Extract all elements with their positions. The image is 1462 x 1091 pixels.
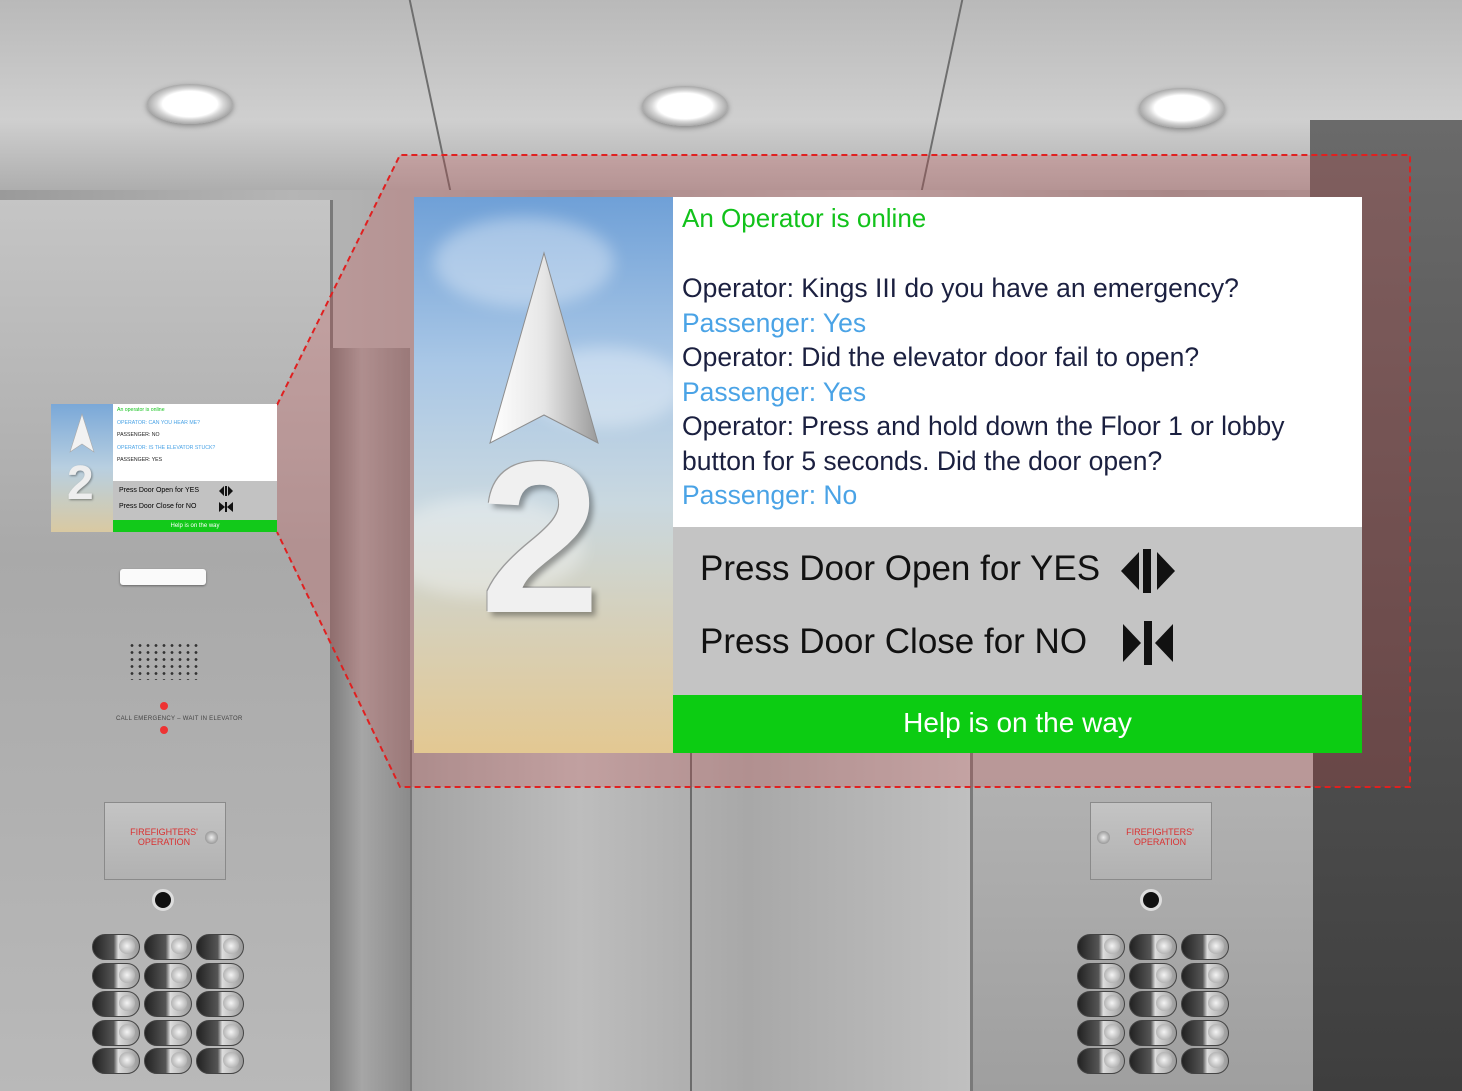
mini-chat-line: OPERATOR: IS THE ELEVATOR STUCK? xyxy=(117,444,216,451)
floor-button[interactable] xyxy=(1077,1019,1125,1046)
mini-floor-panel: 2 xyxy=(51,404,113,532)
mini-help-bar: Help is on the way xyxy=(113,520,277,532)
floor-button[interactable] xyxy=(1129,1019,1177,1046)
call-label: CALL EMERGENCY – WAIT IN ELEVATOR xyxy=(116,716,243,722)
help-status-bar: Help is on the way xyxy=(673,695,1362,753)
camera-icon xyxy=(152,889,174,911)
floor-button[interactable] xyxy=(1077,1048,1125,1074)
mini-floor-number: 2 xyxy=(67,457,94,510)
call-indicator-led xyxy=(160,726,168,734)
ceiling-light xyxy=(1139,88,1225,128)
mini-prompt-no: Press Door Close for NO xyxy=(119,503,197,510)
passenger-message: Passenger: Yes xyxy=(682,307,867,338)
prompt-no: Press Door Close for NO xyxy=(700,622,1088,661)
floor-button[interactable] xyxy=(92,991,140,1017)
floor-button[interactable] xyxy=(196,991,244,1017)
firefighters-label: FIREFIGHTERS' OPERATION xyxy=(130,827,198,847)
prompt-yes: Press Door Open for YES xyxy=(700,549,1101,588)
floor-button[interactable] xyxy=(92,1048,140,1074)
call-indicator-led xyxy=(160,702,168,710)
ceiling-seam xyxy=(408,0,454,200)
mini-prompt-area: Press Door Open for YES Press Door Close… xyxy=(113,481,277,520)
floor-button[interactable] xyxy=(144,1048,192,1074)
door-frame xyxy=(330,348,410,1091)
key-switch-icon[interactable] xyxy=(1097,831,1110,844)
camera-icon xyxy=(1140,889,1162,911)
ceiling-light xyxy=(147,84,233,124)
key-switch-icon[interactable] xyxy=(205,831,218,844)
elevator-scene: 2 An operator is online OPERATOR: CAN YO… xyxy=(0,0,1462,1091)
floor-button[interactable] xyxy=(92,962,140,989)
floor-button[interactable] xyxy=(196,962,244,989)
ceiling-light xyxy=(642,86,728,126)
door-seam xyxy=(690,740,692,1091)
ceiling-seam xyxy=(918,0,964,200)
mini-status: An operator is online xyxy=(117,407,165,413)
floor-button[interactable] xyxy=(1181,934,1229,960)
response-prompts: Press Door Open for YES Press Door Close… xyxy=(673,527,1362,695)
floor-button-grid-left xyxy=(92,934,244,1077)
floor-number: 2 xyxy=(480,416,601,658)
intercom-speaker xyxy=(128,642,200,680)
operator-message: Operator: Kings III do you have an emerg… xyxy=(682,273,1239,303)
floor-button[interactable] xyxy=(92,1019,140,1046)
floor-button[interactable] xyxy=(1129,991,1177,1017)
mini-chat-line: PASSENGER: NO xyxy=(117,432,160,438)
floor-button-grid-right xyxy=(1077,934,1229,1077)
floor-button[interactable] xyxy=(1181,962,1229,989)
mini-display: 2 An operator is online OPERATOR: CAN YO… xyxy=(51,404,277,532)
firefighters-label: FIREFIGHTERS' OPERATION xyxy=(1126,827,1194,847)
floor-button[interactable] xyxy=(1181,1048,1229,1074)
mini-door-close-icon xyxy=(219,502,233,512)
emergency-display: 2 An Operator is online Operator: Kings … xyxy=(414,197,1362,753)
floor-button[interactable] xyxy=(1129,1048,1177,1074)
mini-chat-line: OPERATOR: CAN YOU HEAR ME? xyxy=(117,419,201,426)
floor-button[interactable] xyxy=(144,991,192,1017)
floor-button[interactable] xyxy=(1077,934,1125,960)
floor-button[interactable] xyxy=(196,1048,244,1074)
floor-button[interactable] xyxy=(144,962,192,989)
floor-button[interactable] xyxy=(144,1019,192,1046)
firefighters-plate-right: FIREFIGHTERS' OPERATION xyxy=(1090,802,1212,880)
floor-button[interactable] xyxy=(196,934,244,960)
door-open-icon xyxy=(1121,549,1175,593)
floor-button[interactable] xyxy=(144,934,192,960)
mini-door-open-icon xyxy=(219,486,233,496)
floor-button[interactable] xyxy=(1181,991,1229,1017)
passenger-message: Passenger: No xyxy=(682,480,858,510)
card-reader-slot[interactable] xyxy=(120,569,206,585)
floor-button[interactable] xyxy=(1181,1019,1229,1046)
operator-message: Operator: Press and hold down the Floor … xyxy=(682,411,1285,476)
floor-button[interactable] xyxy=(196,1019,244,1046)
mini-prompt-yes: Press Door Open for YES xyxy=(119,487,200,494)
floor-button[interactable] xyxy=(1129,934,1177,960)
operator-message: Operator: Did the elevator door fail to … xyxy=(682,342,1200,372)
chat-panel: An Operator is online Operator: Kings II… xyxy=(673,197,1362,527)
door-close-icon xyxy=(1123,621,1173,665)
floor-button[interactable] xyxy=(92,934,140,960)
firefighters-plate-left: FIREFIGHTERS' OPERATION xyxy=(104,802,226,880)
floor-button[interactable] xyxy=(1129,962,1177,989)
elevator-ceiling xyxy=(0,0,1462,200)
passenger-message: Passenger: Yes xyxy=(682,376,867,407)
mini-chat-line: PASSENGER: YES xyxy=(117,457,163,463)
conversation-log: Operator: Kings III do you have an emerg… xyxy=(682,271,1352,513)
floor-button[interactable] xyxy=(1077,991,1125,1017)
floor-button[interactable] xyxy=(1077,962,1125,989)
operator-status: An Operator is online xyxy=(682,203,927,233)
floor-indicator-panel: 2 xyxy=(414,197,673,753)
